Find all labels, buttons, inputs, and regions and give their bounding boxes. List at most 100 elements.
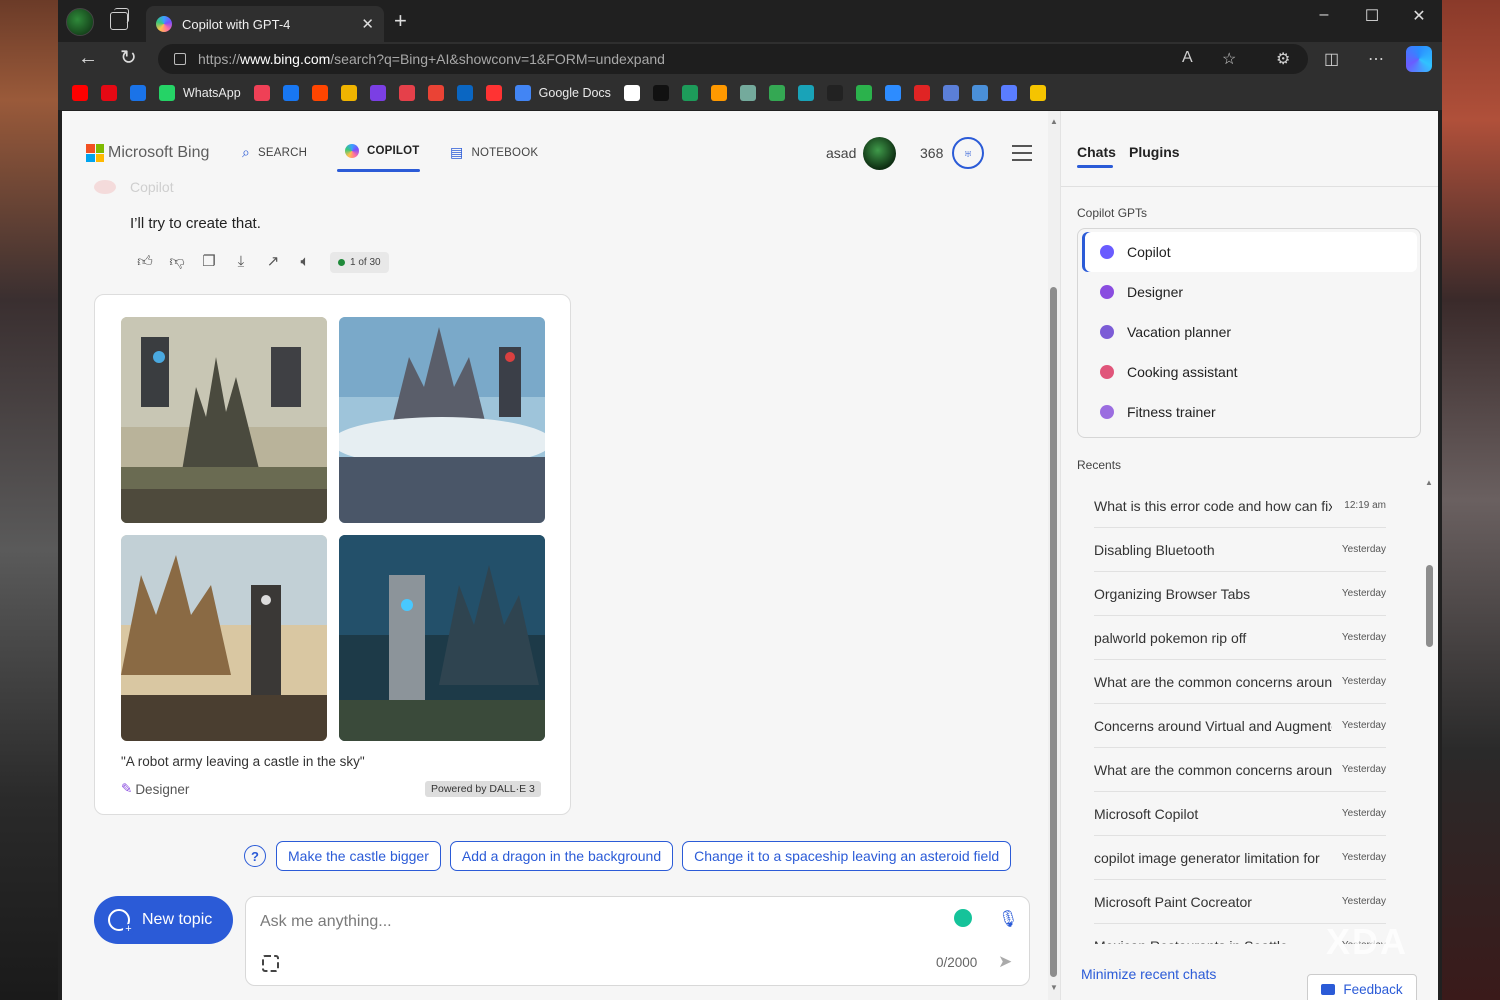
favorite-item[interactable] xyxy=(340,85,357,101)
recents-scrollbar[interactable]: ▲ xyxy=(1423,474,1435,944)
favorite-item[interactable] xyxy=(942,85,959,101)
favorite-item[interactable] xyxy=(311,85,328,101)
read-aloud-icon[interactable]: A xyxy=(1182,49,1193,67)
gpt-item[interactable]: Vacation planner xyxy=(1082,312,1417,352)
favorite-item[interactable] xyxy=(1029,85,1046,101)
thumbs-down-icon[interactable]: 👎︎ xyxy=(166,251,188,273)
favorite-item[interactable] xyxy=(485,85,502,101)
share-icon[interactable]: ↗ xyxy=(262,251,284,273)
more-options-icon[interactable]: ⋯ xyxy=(1368,49,1384,69)
gpt-item[interactable]: Copilot xyxy=(1082,232,1417,272)
tab-chats[interactable]: Chats xyxy=(1077,144,1116,160)
recent-chat-item[interactable]: Microsoft Copilot Yesterday xyxy=(1094,792,1386,836)
copilot-sidebar-icon[interactable] xyxy=(1406,46,1432,72)
favorite-item[interactable] xyxy=(710,85,727,101)
url-field[interactable]: https://www.bing.com/search?q=Bing+AI&sh… xyxy=(158,44,1308,74)
close-window-icon[interactable]: ✕ xyxy=(1396,6,1442,26)
browser-tab-active[interactable]: Copilot with GPT-4 ✕ xyxy=(146,6,384,42)
designer-link[interactable]: ✎ Designer xyxy=(121,781,189,797)
download-icon[interactable]: ⤓ xyxy=(230,251,252,273)
favorite-item[interactable] xyxy=(768,85,785,101)
extensions-icon[interactable]: ⚙ xyxy=(1276,49,1290,69)
help-icon[interactable]: ? xyxy=(244,845,266,867)
gpt-item[interactable]: Fitness trainer xyxy=(1082,392,1417,432)
scroll-down-icon[interactable]: ▼ xyxy=(1050,983,1058,992)
profile-avatar-icon[interactable] xyxy=(66,8,94,36)
copy-icon[interactable]: ❐ xyxy=(198,251,220,273)
favorite-item[interactable] xyxy=(739,85,756,101)
recent-chat-item[interactable]: Disabling Bluetooth Yesterday xyxy=(1094,528,1386,572)
favorite-star-icon[interactable]: ☆ xyxy=(1222,49,1236,69)
send-icon[interactable]: ➤ xyxy=(998,952,1012,972)
new-topic-button[interactable]: New topic xyxy=(94,896,233,944)
rewards-points[interactable]: 368 xyxy=(920,145,943,161)
microphone-icon[interactable]: 🎙︎ xyxy=(998,909,1018,929)
favorite-item[interactable] xyxy=(681,85,698,101)
generated-image-2[interactable] xyxy=(339,317,545,523)
recents-scrollbar-thumb[interactable] xyxy=(1426,565,1433,647)
nav-search[interactable]: ⌕ SEARCH xyxy=(242,144,307,161)
recent-chat-item[interactable]: What is this error code and how can fix 1… xyxy=(1094,484,1386,528)
minimize-window-icon[interactable]: – xyxy=(1301,6,1347,24)
favorite-item[interactable] xyxy=(72,85,88,101)
favorite-item[interactable] xyxy=(913,85,930,101)
thumbs-up-icon[interactable]: 👍︎ xyxy=(134,251,156,273)
generated-image-3[interactable] xyxy=(121,535,327,741)
favorite-item[interactable] xyxy=(855,85,872,101)
nav-copilot[interactable]: COPILOT xyxy=(345,144,420,158)
suggestion-chip[interactable]: Change it to a spaceship leaving an aste… xyxy=(682,841,1012,871)
feedback-button[interactable]: Feedback xyxy=(1307,974,1417,1000)
hamburger-menu-icon[interactable] xyxy=(1012,145,1032,166)
suggestion-chip[interactable]: Make the castle bigger xyxy=(276,841,441,871)
favorite-item[interactable] xyxy=(884,85,901,101)
nav-notebook[interactable]: ▤ NOTEBOOK xyxy=(450,144,538,161)
favorite-item[interactable]: WhatsApp xyxy=(159,85,241,101)
favorite-item[interactable] xyxy=(427,85,444,101)
favorite-item[interactable] xyxy=(398,85,415,101)
rewards-trophy-icon[interactable]: ♅ xyxy=(952,137,984,169)
generated-image-1[interactable] xyxy=(121,317,327,523)
split-screen-icon[interactable]: ◫ xyxy=(1324,49,1339,69)
generated-image-4[interactable] xyxy=(339,535,545,741)
favorite-item[interactable] xyxy=(282,85,299,101)
new-tab-icon[interactable]: + xyxy=(394,10,407,32)
recent-chat-item[interactable]: copilot image generator limitation for Ye… xyxy=(1094,836,1386,880)
back-icon[interactable]: ← xyxy=(78,48,98,68)
recent-chat-item[interactable]: What are the common concerns around Yeste… xyxy=(1094,660,1386,704)
recent-chat-item[interactable]: Microsoft Paint Cocreator Yesterday xyxy=(1094,880,1386,924)
maximize-window-icon[interactable]: ☐ xyxy=(1349,6,1395,26)
suggestion-chip[interactable]: Add a dragon in the background xyxy=(449,841,674,871)
brand-name[interactable]: Microsoft Bing xyxy=(108,144,209,162)
minimize-recent-chats-link[interactable]: Minimize recent chats xyxy=(1081,966,1216,982)
user-name[interactable]: asad xyxy=(826,145,856,161)
favorite-item[interactable] xyxy=(253,85,270,101)
favorite-item[interactable] xyxy=(971,85,988,101)
favorite-item[interactable] xyxy=(456,85,473,101)
favorite-item[interactable] xyxy=(369,85,386,101)
recent-chat-item[interactable]: palworld pokemon rip off Yesterday xyxy=(1094,616,1386,660)
ask-input[interactable] xyxy=(260,909,920,935)
favorite-item[interactable] xyxy=(130,85,146,101)
favorite-item[interactable] xyxy=(101,85,117,101)
read-aloud-icon[interactable]: 🔈︎ xyxy=(294,251,316,273)
grammarly-icon[interactable] xyxy=(954,909,972,927)
favorite-item[interactable] xyxy=(797,85,814,101)
favorite-item[interactable]: Google Docs xyxy=(514,85,611,101)
favorite-item[interactable] xyxy=(623,85,640,101)
close-tab-icon[interactable]: ✕ xyxy=(361,15,374,33)
gpt-item[interactable]: Designer xyxy=(1082,272,1417,312)
favorite-item[interactable] xyxy=(652,85,669,101)
gpt-item[interactable]: Cooking assistant xyxy=(1082,352,1417,392)
refresh-icon[interactable]: ↻ xyxy=(120,48,137,68)
recent-chat-item[interactable]: Concerns around Virtual and Augmented Yes… xyxy=(1094,704,1386,748)
chat-scrollbar[interactable]: ▲ ▼ xyxy=(1048,111,1060,1000)
user-avatar[interactable] xyxy=(863,137,896,170)
recent-chat-item[interactable]: Organizing Browser Tabs Yesterday xyxy=(1094,572,1386,616)
image-upload-icon[interactable] xyxy=(262,955,279,972)
favorite-item[interactable] xyxy=(1000,85,1017,101)
recent-chat-item[interactable]: What are the common concerns around Yeste… xyxy=(1094,748,1386,792)
recents-scroll-up-icon[interactable]: ▲ xyxy=(1425,478,1433,487)
workspaces-icon[interactable] xyxy=(110,8,129,30)
chat-scrollbar-thumb[interactable] xyxy=(1050,287,1057,977)
tab-plugins[interactable]: Plugins xyxy=(1129,144,1180,160)
